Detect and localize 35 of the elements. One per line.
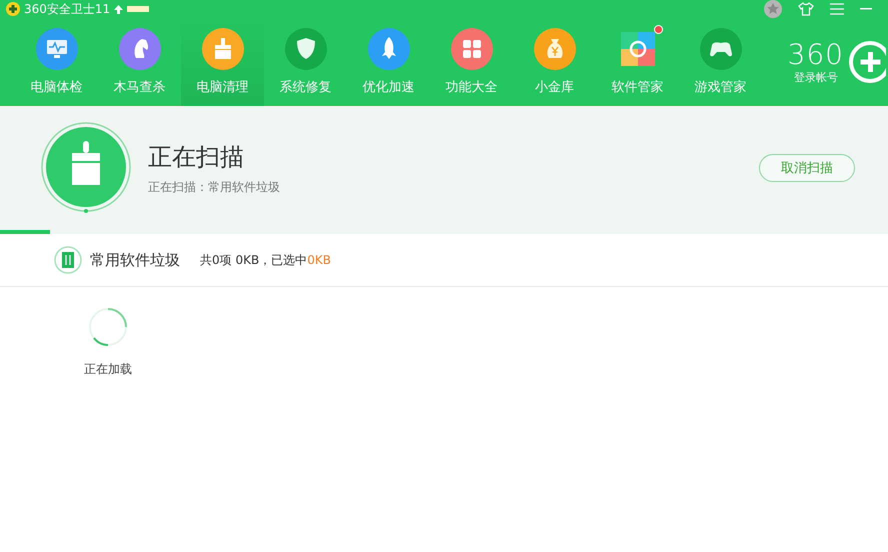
nav-tab[interactable]: 木马查杀 bbox=[98, 18, 181, 106]
scan-title: 正在扫描 bbox=[148, 142, 245, 172]
cancel-scan-button[interactable]: 取消扫描 bbox=[759, 154, 855, 182]
grid-icon bbox=[450, 28, 492, 70]
monitor-icon bbox=[36, 28, 78, 70]
trash-icon bbox=[54, 246, 82, 274]
nav-tab[interactable]: 小金库 bbox=[513, 18, 596, 106]
brush-icon bbox=[202, 28, 244, 70]
category-name: 常用软件垃圾 bbox=[90, 250, 180, 270]
gamepad-icon bbox=[700, 28, 742, 70]
upgrade-arrow-icon[interactable] bbox=[114, 4, 124, 14]
minimize-icon[interactable] bbox=[860, 8, 872, 10]
rocket-icon bbox=[368, 28, 410, 70]
nav-tab[interactable]: 电脑体检 bbox=[15, 18, 98, 106]
category-summary: 共0项 0KB，已选中 0KB bbox=[200, 252, 331, 268]
shield-icon bbox=[284, 28, 326, 70]
plus-logo-icon bbox=[6, 2, 20, 16]
brand-logo: 360 bbox=[788, 40, 844, 70]
moneybag-icon bbox=[534, 28, 576, 70]
shirt-icon[interactable] bbox=[798, 2, 814, 16]
nav-tab[interactable]: 功能大全 bbox=[430, 18, 513, 106]
nav-tab[interactable]: 软件管家 bbox=[596, 18, 679, 106]
loading-spinner-icon bbox=[88, 307, 128, 347]
nav-tab[interactable]: 系统修复 bbox=[264, 18, 347, 106]
scan-status: 正在扫描：常用软件垃圾 bbox=[148, 178, 280, 196]
nav-tab[interactable]: 游戏管家 bbox=[679, 18, 762, 106]
star-medal-icon[interactable] bbox=[764, 0, 782, 18]
nav-tab[interactable]: 优化加速 bbox=[347, 18, 430, 106]
loading-label: 正在加载 bbox=[84, 361, 132, 378]
menu-icon[interactable] bbox=[830, 3, 844, 15]
plus-icon[interactable] bbox=[848, 40, 886, 84]
horse-icon bbox=[118, 28, 160, 70]
brush-badge-icon bbox=[40, 121, 132, 215]
login-link[interactable]: 登录帐号 bbox=[794, 70, 838, 84]
window-title: 360安全卫士11 bbox=[24, 0, 110, 18]
